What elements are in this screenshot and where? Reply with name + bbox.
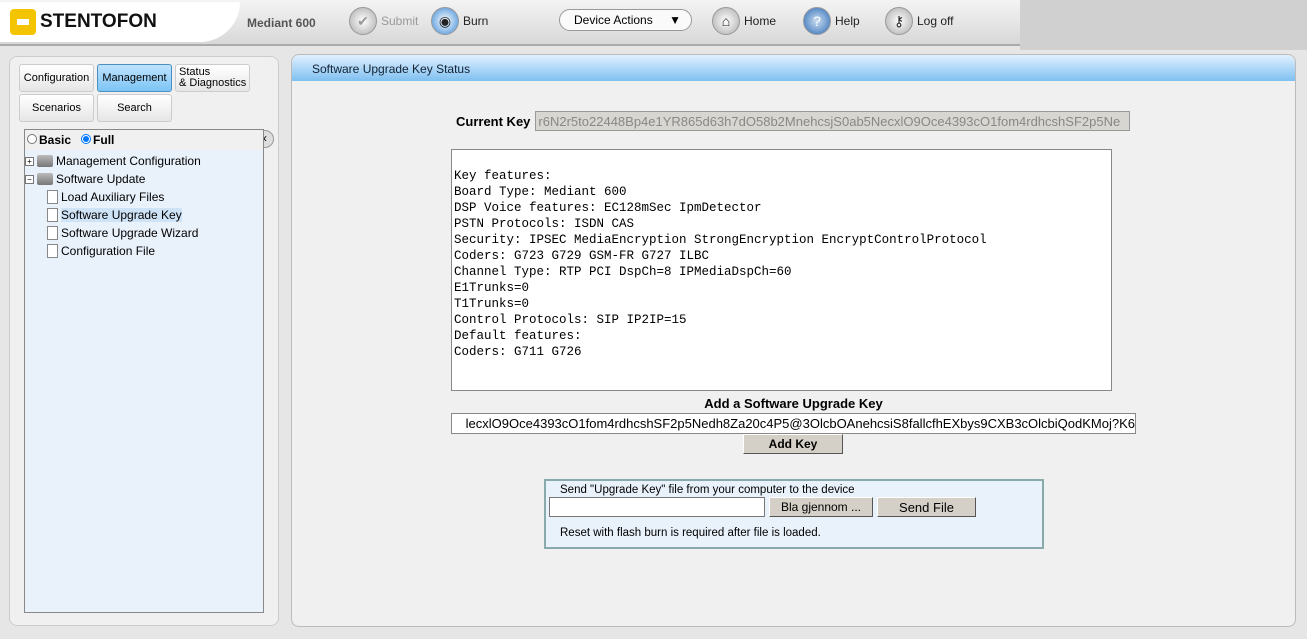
tree-item-management-configuration[interactable]: + Management Configuration — [25, 152, 263, 170]
burn-icon: ◉ — [431, 7, 459, 35]
current-key-field: r6N2r5to22448Bp4e1YR865d63h7dO58b2Mnehcs… — [535, 111, 1131, 131]
file-path-input[interactable] — [549, 497, 765, 517]
full-radio[interactable]: Full — [81, 133, 114, 147]
page-icon — [47, 208, 58, 222]
main-panel: Software Upgrade Key Status Current Key r… — [291, 54, 1296, 627]
tab-scenarios[interactable]: Scenarios — [19, 94, 94, 122]
send-file-panel: Send "Upgrade Key" file from your comput… — [544, 479, 1044, 549]
device-name: Mediant 600 — [247, 16, 316, 30]
basic-radio[interactable]: Basic — [27, 133, 71, 147]
tab-status-diagnostics[interactable]: Status & Diagnostics — [175, 64, 250, 92]
tree-item-software-upgrade-key[interactable]: Software Upgrade Key — [25, 206, 263, 224]
top-bar: STENTOFON Mediant 600 ✔ Submit ◉ Burn Devi… — [0, 0, 1020, 46]
sidebar: Configuration Management Status & Diagnos… — [9, 56, 279, 626]
expand-icon[interactable]: + — [25, 156, 34, 166]
logo-icon — [10, 9, 36, 35]
help-icon: ? — [803, 7, 831, 35]
home-icon: ⌂ — [712, 7, 740, 35]
tab-configuration[interactable]: Configuration — [19, 64, 94, 92]
top-bar-filler — [1020, 0, 1307, 50]
page-icon — [47, 244, 58, 258]
device-actions-dropdown[interactable]: Device Actions ▼ — [559, 9, 692, 31]
folder-icon — [37, 173, 53, 185]
current-key-label: Current Key — [456, 113, 531, 129]
chevron-down-icon: ▼ — [669, 13, 681, 27]
brand-name: STENTOFON — [40, 11, 157, 32]
checkmark-icon: ✔ — [349, 7, 377, 35]
submit-button[interactable]: ✔ Submit — [349, 7, 418, 35]
logo: STENTOFON — [0, 2, 240, 42]
key-icon: ⚷ — [885, 7, 913, 35]
page-title: Software Upgrade Key Status — [292, 55, 1295, 81]
send-file-button[interactable]: Send File — [877, 497, 976, 517]
add-key-label: Add a Software Upgrade Key — [704, 396, 883, 411]
logoff-button[interactable]: ⚷ Log off — [885, 7, 953, 35]
page-icon — [47, 226, 58, 240]
navigation-tree-panel: Basic Full + Management Configuration − Sof… — [24, 129, 264, 613]
home-button[interactable]: ⌂ Home — [712, 7, 776, 35]
tab-search[interactable]: Search — [97, 94, 172, 122]
page-icon — [47, 190, 58, 204]
browse-button[interactable]: Bla gjennom ... — [769, 497, 873, 517]
flash-burn-note: Reset with flash burn is required after … — [560, 527, 821, 539]
tree-item-software-update[interactable]: − Software Update — [25, 170, 263, 188]
tree-item-configuration-file[interactable]: Configuration File — [25, 242, 263, 260]
folder-icon — [37, 155, 53, 167]
tree-item-load-auxiliary-files[interactable]: Load Auxiliary Files — [25, 188, 263, 206]
burn-button[interactable]: ◉ Burn — [431, 7, 488, 35]
add-key-input[interactable]: lecxlO9Oce4393cO1fom4rdhcshSF2p5Nedh8Za2… — [451, 413, 1136, 434]
send-file-title: Send "Upgrade Key" file from your comput… — [560, 484, 855, 496]
add-key-button[interactable]: Add Key — [743, 434, 843, 454]
key-features-textarea[interactable]: Key features: Board Type: Mediant 600 DS… — [451, 149, 1112, 391]
collapse-tree-icon[interactable]: − — [25, 174, 34, 184]
tree-item-software-upgrade-wizard[interactable]: Software Upgrade Wizard — [25, 224, 263, 242]
tab-management[interactable]: Management — [97, 64, 172, 92]
help-button[interactable]: ? Help — [803, 7, 860, 35]
